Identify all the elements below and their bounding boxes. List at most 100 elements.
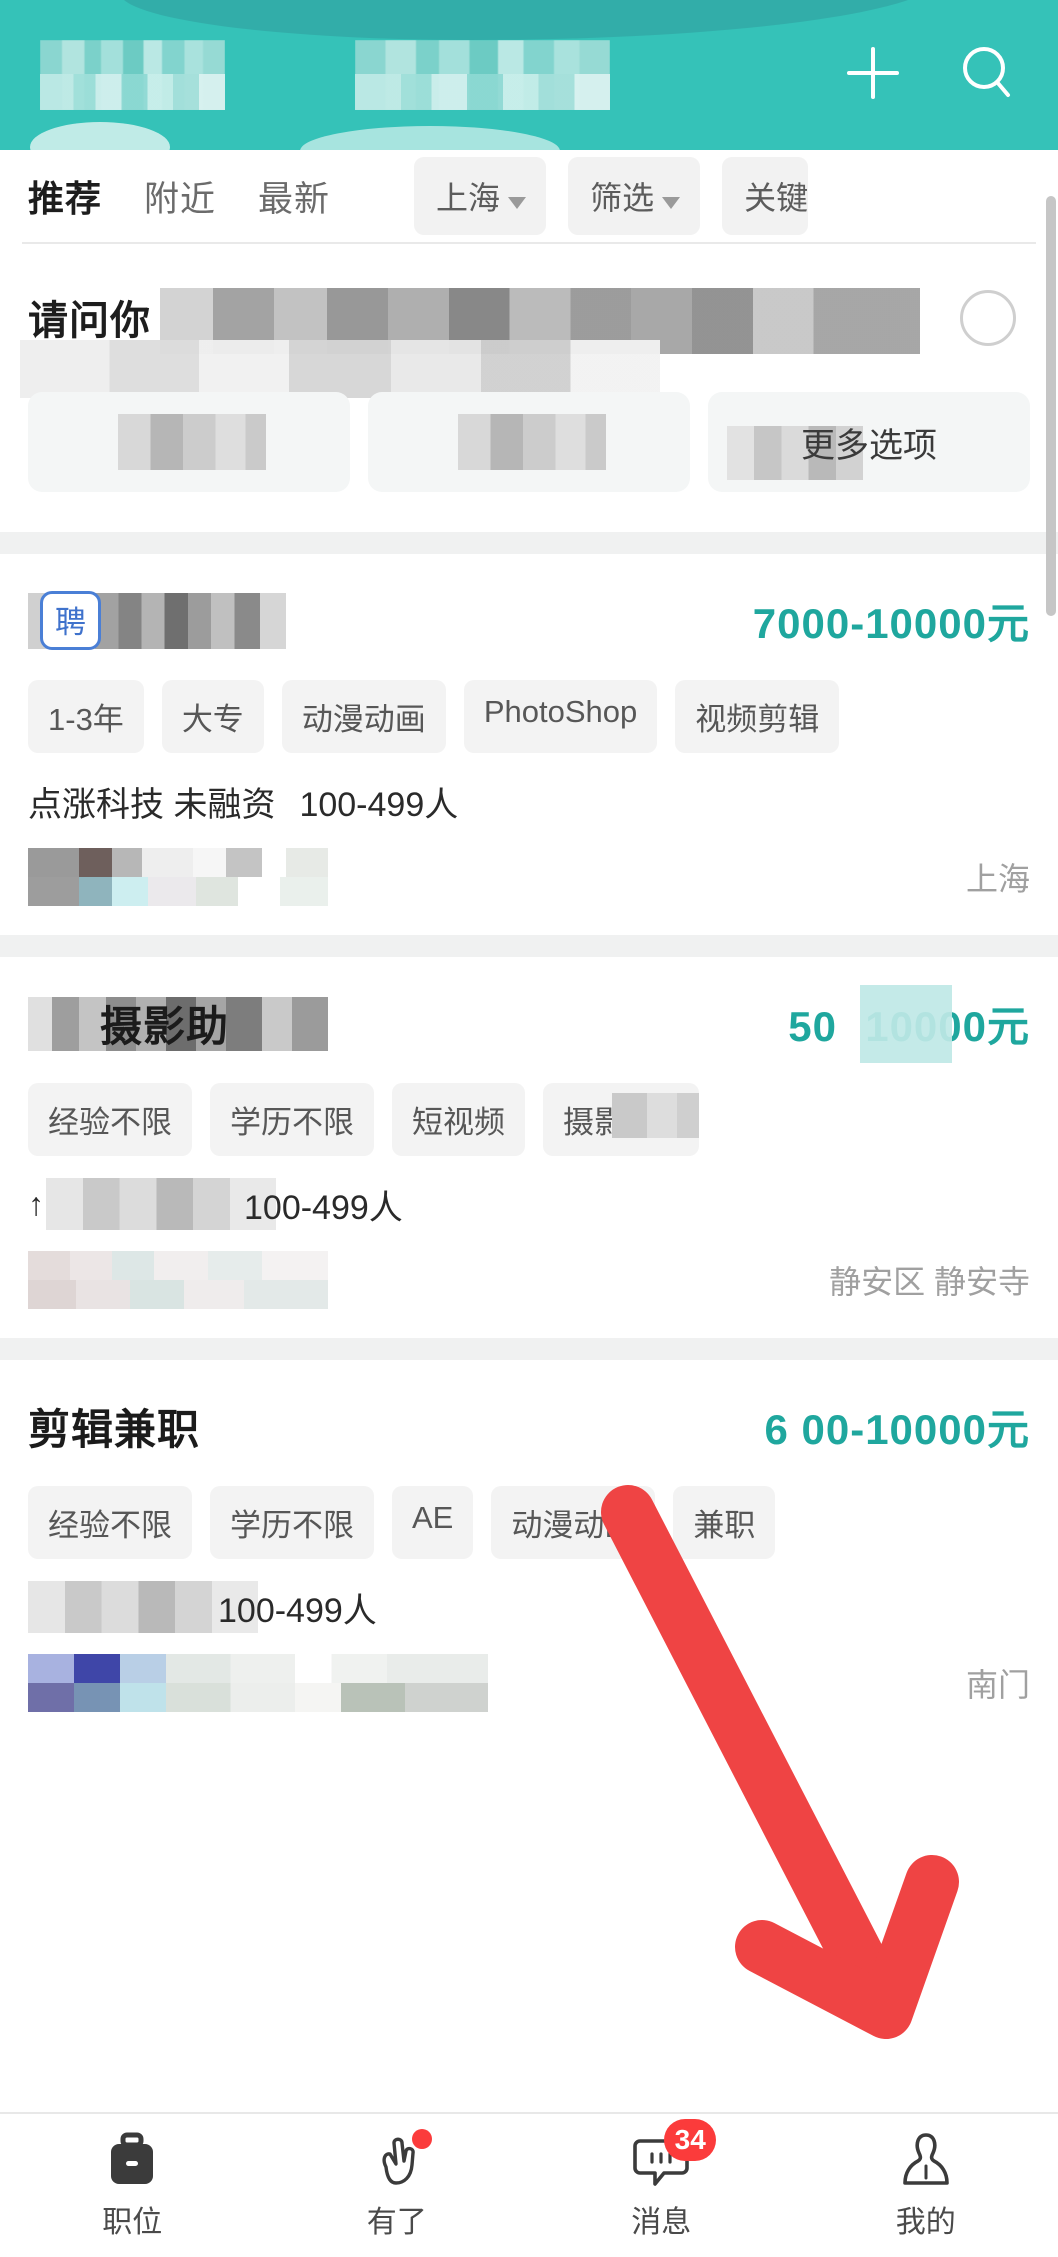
nav-item-jobs[interactable]: 职位 [0,2131,265,2241]
filter-chip-city-label: 上海 [436,180,501,216]
app-header [0,0,1058,150]
company-arrow-icon: ↑ [28,1185,44,1222]
chat-bubble-icon: 34 [630,2118,717,2187]
job-salary: 7000-10000元 [752,599,1030,647]
filter-chip-keyword-label: 关键 [744,180,809,216]
recruiter-avatar-redacted [28,848,328,906]
recruiter-avatar-redacted [28,1654,488,1712]
survey-option-1[interactable] [28,392,350,492]
job-card-footer: 静安区 静安寺 [28,1248,1030,1312]
job-salary: 50 10000元 [788,984,1030,1063]
filter-chip-filter[interactable]: 筛选 [568,157,701,235]
job-tag: 动漫动画 [491,1486,656,1559]
job-tag: AE [392,1486,474,1559]
survey-close-icon[interactable] [960,290,1016,346]
header-title-redacted-a [40,40,225,110]
job-card[interactable]: 聘 7000-10000元 1-3年 大专 动漫动画 PhotoShop 视频剪… [0,554,1058,935]
filter-chip-city[interactable]: 上海 [414,157,547,235]
job-title: 剪辑兼职 [28,1405,201,1453]
job-title: 摄影助 [100,1002,230,1050]
job-card[interactable]: 摄影助 50 10000元 经验不限 学历不限 短视频 摄影 ↑ 100-499… [0,957,1058,1338]
job-card-footer: 南门 [28,1651,1030,1715]
job-card-header: 聘 7000-10000元 [28,588,1030,652]
job-title-wrap: 摄影助 [28,993,328,1054]
job-location: 静安区 静安寺 [829,1264,1030,1300]
job-card-header: 摄影助 50 10000元 [28,984,1030,1063]
nav-item-mine[interactable]: 我的 [794,2131,1058,2241]
chevron-down-icon [662,197,681,209]
job-tag: 学历不限 [210,1486,374,1559]
header-title-redacted-b [355,40,610,110]
bottom-navigation: 职位 有了 34 消息 我的 [0,2112,1058,2257]
briefcase-icon [101,2131,163,2187]
job-tag: 大专 [161,680,264,753]
header-title [30,0,842,150]
job-company-name: 点涨科技 未融资 [28,785,276,824]
job-tag: PhotoShop [463,680,658,753]
tab-nearby[interactable]: 附近 [144,171,216,222]
job-title-wrap: 聘 [28,590,286,650]
job-tag: 动漫动画 [281,680,446,753]
nav-item-messages[interactable]: 34 消息 [529,2118,794,2241]
survey-option-more-label: 更多选项 [801,426,937,465]
section-gap [0,935,1058,957]
search-icon[interactable] [956,42,1018,109]
tab-recommend[interactable]: 推荐 [28,170,102,222]
nav-item-messages-badge: 34 [664,2118,717,2161]
job-location: 南门 [965,1667,1030,1703]
job-salary: 6 00-10000元 [764,1405,1030,1453]
survey-question-prefix: 请问你 [28,299,151,343]
job-tag: 经验不限 [28,1083,192,1156]
job-company-size: 100-499人 [244,1188,403,1227]
job-salary-redacted [860,984,953,1063]
app-root: 推荐 附近 最新 上海 筛选 关键 请问你 更多选项 聘 7000-10000元… [0,0,1058,2257]
survey-card: 请问你 更多选项 [0,244,1058,532]
chevron-down-icon [508,197,527,209]
job-company-redacted [46,1178,276,1230]
job-tag: 1-3年 [28,680,144,753]
survey-option-list: 更多选项 [28,392,1030,492]
section-gap [0,532,1058,554]
job-tag: 经验不限 [28,1486,192,1559]
job-location: 上海 [965,861,1030,897]
recruiter-avatar-redacted [28,1251,328,1309]
tab-list: 推荐 附近 最新 [28,170,330,222]
job-tag-list: 经验不限 学历不限 AE 动漫动画 兼职 [28,1486,1030,1559]
job-tag: 视频剪辑 [675,680,840,753]
job-tag: 摄影 [543,1083,699,1156]
nav-item-liked-label: 有了 [366,2205,427,2239]
nav-item-jobs-label: 职位 [102,2205,163,2239]
job-card-header: 剪辑兼职 6 00-10000元 [28,1394,1030,1458]
urgent-hire-badge: 聘 [40,590,101,650]
job-tag: 学历不限 [210,1083,374,1156]
job-company-size: 100-499人 [299,785,459,824]
job-card-footer: 上海 [28,845,1030,909]
survey-option-2[interactable] [368,392,690,492]
plus-icon[interactable] [842,42,904,109]
job-tag: 短视频 [392,1083,525,1156]
job-company-row: 100-499人 [28,1581,1030,1633]
job-card[interactable]: 剪辑兼职 6 00-10000元 经验不限 学历不限 AE 动漫动画 兼职 10… [0,1360,1058,1741]
vertical-scrollbar[interactable] [1046,196,1056,616]
job-company-row: 点涨科技 未融资 100-499人 [28,779,1030,824]
job-tag-list: 经验不限 学历不限 短视频 摄影 [28,1083,1030,1156]
header-actions [842,42,1018,109]
hand-tap-icon [366,2128,432,2187]
survey-option-more[interactable]: 更多选项 [708,392,1030,492]
job-title-wrap: 剪辑兼职 [28,1396,200,1457]
job-tag: 兼职 [673,1486,776,1559]
nav-item-liked-dot [411,2128,432,2149]
nav-item-mine-label: 我的 [895,2205,956,2239]
section-gap [0,1338,1058,1360]
nav-item-messages-label: 消息 [631,2205,692,2239]
filter-chip-keyword[interactable]: 关键 [722,157,809,235]
filter-chip-list: 上海 筛选 关键 [414,157,809,235]
tab-latest[interactable]: 最新 [258,171,330,222]
filter-chip-filter-label: 筛选 [590,180,655,216]
tab-filter-bar: 推荐 附近 最新 上海 筛选 关键 [0,150,1058,242]
job-company-size: 100-499人 [218,1591,377,1630]
job-company-row: ↑ 100-499人 [28,1178,1030,1230]
survey-question-redacted-band-2 [20,340,660,398]
person-icon [895,2131,957,2187]
nav-item-liked[interactable]: 有了 [265,2128,530,2241]
